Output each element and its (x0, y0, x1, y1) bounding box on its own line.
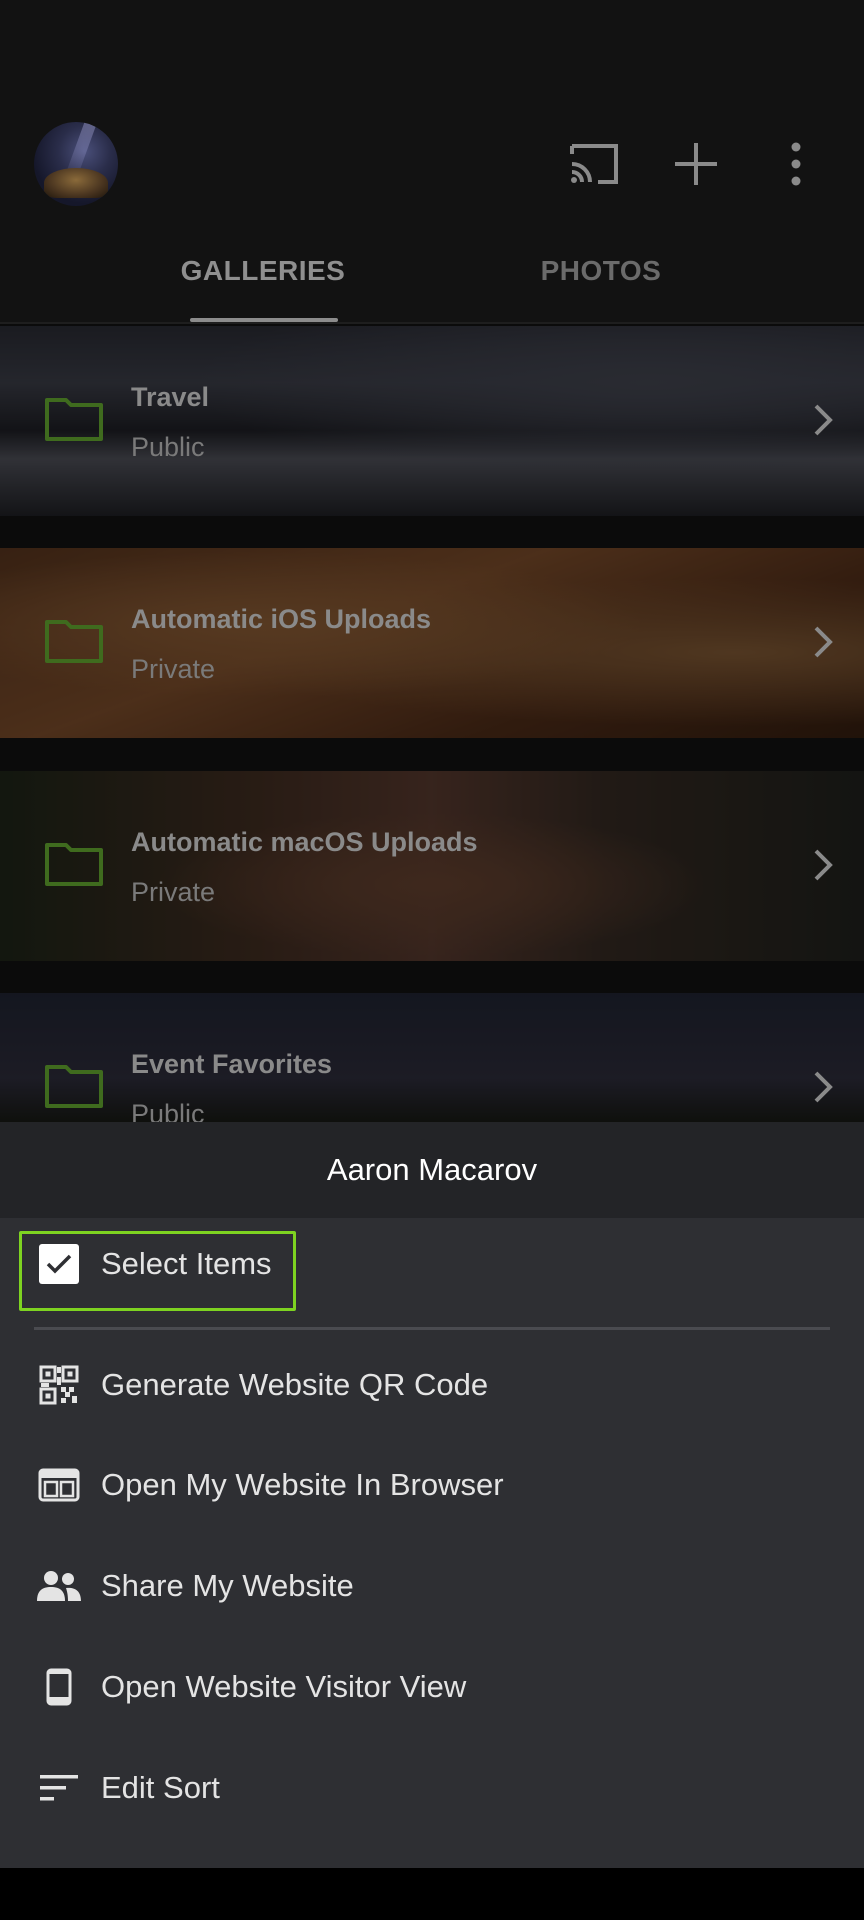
top-app-bar (0, 110, 864, 220)
status-bar (0, 0, 864, 110)
gallery-visibility: Public (131, 1099, 205, 1122)
select-items-label: Select Items (101, 1246, 272, 1281)
qr-code-icon (36, 1362, 82, 1408)
bottom-sheet-menu: Aaron Macarov Select Items Generate Webs… (0, 1122, 864, 1868)
card-overlay (0, 771, 864, 961)
share-my-website-button[interactable]: Share My Website (0, 1536, 864, 1636)
add-icon[interactable] (664, 132, 728, 196)
folder-icon (45, 1065, 103, 1108)
folder-icon (45, 398, 103, 441)
edit-sort-button[interactable]: Edit Sort (0, 1738, 864, 1838)
sort-icon (36, 1765, 82, 1811)
sheet-title: Aaron Macarov (0, 1122, 864, 1218)
gallery-item-travel[interactable]: Travel Public (0, 326, 864, 516)
gallery-visibility: Private (131, 654, 216, 684)
cast-icon[interactable] (562, 132, 626, 196)
card-overlay (0, 993, 864, 1122)
card-overlay (0, 326, 864, 516)
checkbox-icon (36, 1241, 82, 1287)
chevron-right-icon (814, 849, 833, 881)
open-website-in-browser-label: Open My Website In Browser (101, 1467, 504, 1502)
tab-indicator (190, 318, 338, 322)
gallery-visibility: Private (131, 877, 216, 907)
tab-galleries[interactable]: GALLERIES (93, 220, 433, 322)
edit-sort-label: Edit Sort (101, 1770, 220, 1805)
tab-photos[interactable]: PHOTOS (431, 220, 771, 322)
gallery-title: Travel (131, 382, 210, 412)
generate-qr-code-button[interactable]: Generate Website QR Code (0, 1335, 864, 1435)
avatar-rock-arch (44, 168, 108, 198)
system-navigation-bar (0, 1868, 864, 1920)
people-icon (36, 1563, 82, 1609)
gallery-item-ios-uploads[interactable]: Automatic iOS Uploads Private (0, 548, 864, 738)
browser-icon (36, 1462, 82, 1508)
gallery-item-macos-uploads[interactable]: Automatic macOS Uploads Private (0, 771, 864, 961)
card-overlay (0, 548, 864, 738)
chevron-right-icon (814, 1071, 833, 1103)
gallery-visibility: Public (131, 432, 205, 462)
gallery-item-event-favorites[interactable]: Event Favorites Public (0, 993, 864, 1122)
generate-qr-code-label: Generate Website QR Code (101, 1367, 489, 1402)
share-my-website-label: Share My Website (101, 1568, 354, 1603)
gallery-list: Travel Public Automatic iOS Uploads Priv… (0, 324, 864, 1122)
folder-icon (45, 843, 103, 886)
chevron-right-icon (814, 626, 833, 658)
open-website-in-browser-button[interactable]: Open My Website In Browser (0, 1435, 864, 1535)
gallery-title: Event Favorites (131, 1049, 333, 1079)
tab-bar: GALLERIES PHOTOS (0, 220, 864, 324)
open-visitor-view-button[interactable]: Open Website Visitor View (0, 1637, 864, 1737)
more-vert-icon[interactable] (764, 132, 828, 196)
phone-icon (36, 1664, 82, 1710)
open-visitor-view-label: Open Website Visitor View (101, 1669, 467, 1704)
select-items-button[interactable]: Select Items (0, 1214, 864, 1314)
folder-icon (45, 620, 103, 663)
gallery-title: Automatic iOS Uploads (131, 604, 432, 634)
gallery-title: Automatic macOS Uploads (131, 827, 478, 857)
app-root: GALLERIES PHOTOS Travel Public Automatic… (0, 0, 864, 1920)
profile-avatar[interactable] (34, 122, 118, 206)
sheet-divider (34, 1327, 830, 1330)
chevron-right-icon (814, 404, 833, 436)
